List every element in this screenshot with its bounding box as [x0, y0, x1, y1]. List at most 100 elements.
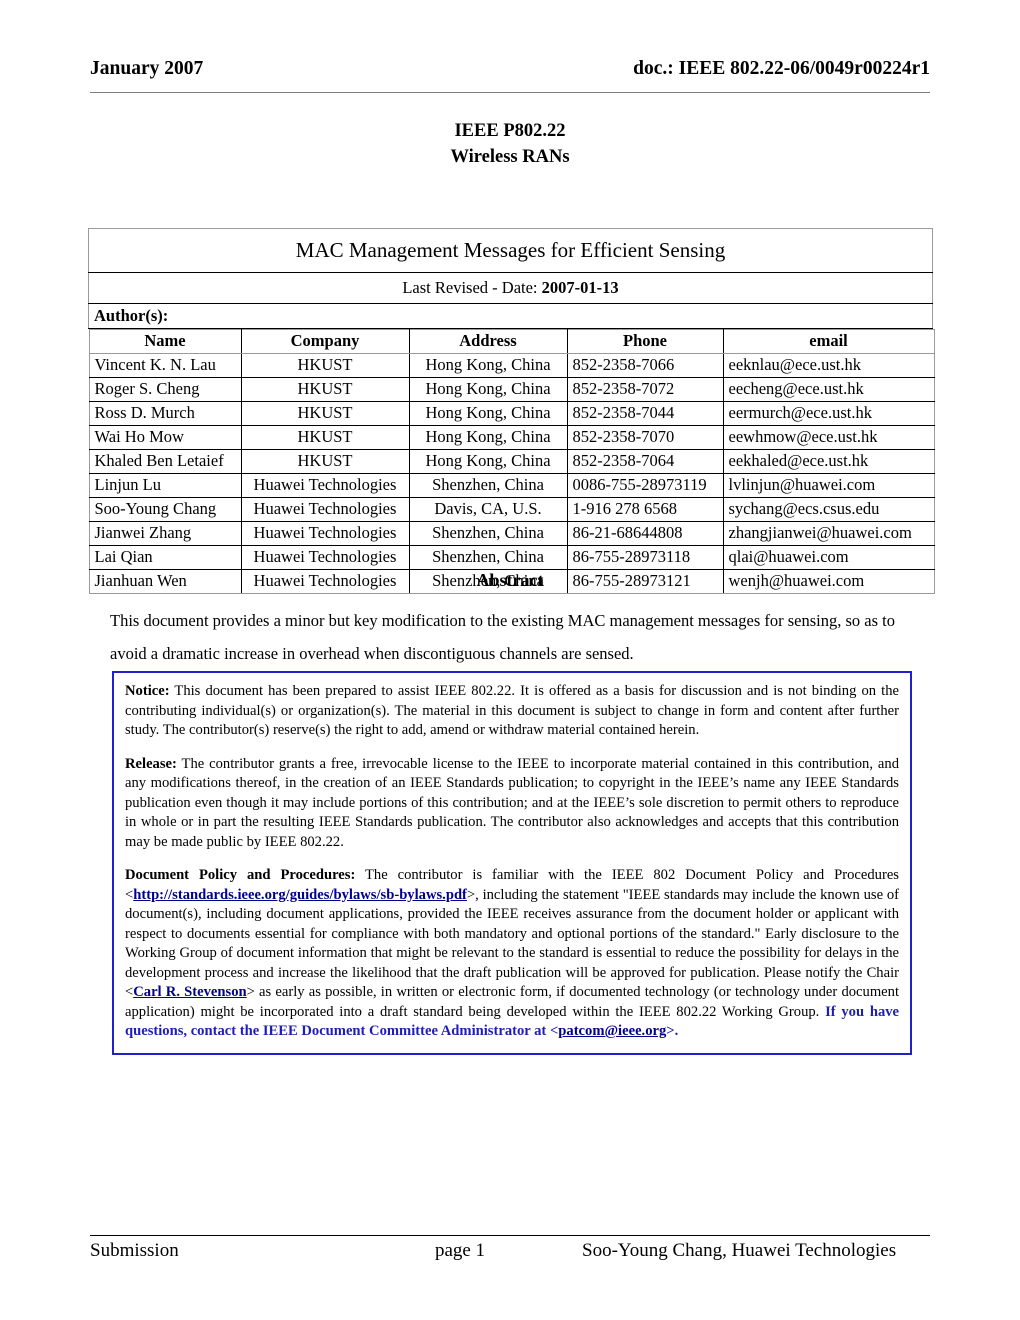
- title-row: MAC Management Messages for Efficient Se…: [88, 228, 933, 273]
- running-footer: Submission page 1 Soo-Young Chang, Huawe…: [90, 1240, 930, 1262]
- author-phone: 852-2358-7072: [566, 377, 724, 402]
- author-email: eeknlau@ece.ust.hk: [722, 353, 935, 378]
- author-name: Khaled Ben Letaief: [88, 449, 242, 474]
- notice-label: Notice:: [125, 683, 170, 699]
- header-doc-number: doc.: IEEE 802.22-06/0049r00224r1: [633, 58, 930, 79]
- series-title-line1: IEEE P802.22: [454, 121, 566, 141]
- author-phone: 1-916 278 6568: [566, 497, 724, 522]
- author-address: Hong Kong, China: [408, 425, 568, 450]
- column-header-phone: Phone: [566, 329, 724, 354]
- column-header-name: Name: [88, 329, 242, 354]
- title-author-table: MAC Management Messages for Efficient Se…: [88, 228, 935, 594]
- authors-label-row: Author(s):: [88, 303, 933, 329]
- running-header: January 2007 doc.: IEEE 802.22-06/0049r0…: [90, 58, 930, 80]
- author-company: HKUST: [240, 353, 410, 378]
- document-title: MAC Management Messages for Efficient Se…: [88, 228, 933, 273]
- table-row: Linjun Lu Huawei Technologies Shenzhen, Ch…: [88, 473, 935, 498]
- series-title: IEEE P802.22 Wireless RANs: [0, 118, 1020, 170]
- document-page: January 2007 doc.: IEEE 802.22-06/0049r0…: [0, 0, 1020, 1320]
- footer-submission: Submission: [90, 1240, 179, 1261]
- author-phone: 852-2358-7044: [566, 401, 724, 426]
- author-address: Hong Kong, China: [408, 377, 568, 402]
- author-name: Vincent K. N. Lau: [88, 353, 242, 378]
- author-name: Roger S. Cheng: [88, 377, 242, 402]
- author-email: zhangjianwei@huawei.com: [722, 521, 935, 546]
- author-address: Shenzhen, China: [408, 545, 568, 570]
- author-address: Hong Kong, China: [408, 401, 568, 426]
- author-email: eecheng@ece.ust.hk: [722, 377, 935, 402]
- author-company: HKUST: [240, 425, 410, 450]
- author-company: Huawei Technologies: [240, 521, 410, 546]
- author-company: Huawei Technologies: [240, 545, 410, 570]
- author-email: eermurch@ece.ust.hk: [722, 401, 935, 426]
- policy-text-2: >, including the statement "IEEE standar…: [125, 886, 899, 1001]
- bylaws-link[interactable]: http://standards.ieee.org/guides/bylaws/…: [133, 887, 467, 903]
- column-header-address: Address: [408, 329, 568, 354]
- release-label: Release:: [125, 755, 177, 772]
- author-phone: 852-2358-7066: [566, 353, 724, 378]
- authors-table-body: Vincent K. N. Lau HKUST Hong Kong, China 85…: [88, 353, 935, 594]
- policy-text-5: >.: [666, 1023, 679, 1039]
- authors-table: Name Company Address Phone email Vincent…: [88, 329, 935, 594]
- author-email: eewhmow@ece.ust.hk: [722, 425, 935, 450]
- release-text: The contributor grants a free, irrevocab…: [125, 755, 899, 850]
- author-email: lvlinjun@huawei.com: [722, 473, 935, 498]
- author-name: Ross D. Murch: [88, 401, 242, 426]
- table-row: Lai Qian Huawei Technologies Shenzhen, Chi…: [88, 545, 935, 570]
- author-company: Huawei Technologies: [240, 497, 410, 522]
- authors-label: Author(s):: [88, 303, 933, 329]
- author-phone: 0086-755-28973119: [566, 473, 724, 498]
- author-address: Shenzhen, China: [408, 521, 568, 546]
- author-company: HKUST: [240, 401, 410, 426]
- notice-paragraph: Notice: This document has been prepared …: [125, 682, 899, 741]
- author-email: eekhaled@ece.ust.hk: [722, 449, 935, 474]
- author-phone: 852-2358-7070: [566, 425, 724, 450]
- column-header-company: Company: [240, 329, 410, 354]
- author-address: Hong Kong, China: [408, 449, 568, 474]
- author-company: HKUST: [240, 449, 410, 474]
- policy-label: Document Policy and Procedures:: [125, 867, 356, 883]
- series-title-line2: Wireless RANs: [450, 147, 570, 167]
- author-email: sychang@ecs.csus.edu: [722, 497, 935, 522]
- author-company: Huawei Technologies: [240, 473, 410, 498]
- header-date: January 2007: [90, 58, 204, 79]
- author-phone: 86-755-28973118: [566, 545, 724, 570]
- author-phone: 86-21-68644808: [566, 521, 724, 546]
- table-row: Wai Ho Mow HKUST Hong Kong, China 852-2358-…: [88, 425, 935, 450]
- authors-table-container: Name Company Address Phone email Vincent…: [88, 329, 935, 594]
- table-row: Vincent K. N. Lau HKUST Hong Kong, China 85…: [88, 353, 935, 378]
- patcom-email-link[interactable]: patcom@ieee.org: [558, 1023, 666, 1039]
- author-name: Jianwei Zhang: [88, 521, 242, 546]
- notice-text: This document has been prepared to assis…: [125, 683, 899, 738]
- revised-row: Last Revised - Date: 2007-01-13: [88, 272, 933, 304]
- release-paragraph: Release: The contributor grants a free, …: [125, 755, 899, 853]
- policy-paragraph: Document Policy and Procedures: The cont…: [125, 866, 899, 1042]
- author-address: Shenzhen, China: [408, 473, 568, 498]
- abstract-body: This document provides a minor but key m…: [110, 611, 895, 663]
- last-revised-date: 2007-01-13: [541, 278, 619, 297]
- author-phone: 852-2358-7064: [566, 449, 724, 474]
- last-revised-cell: Last Revised - Date: 2007-01-13: [88, 272, 933, 304]
- table-row: Jianwei Zhang Huawei Technologies Shenzhen…: [88, 521, 935, 546]
- author-address: Davis, CA, U.S.: [408, 497, 568, 522]
- author-name: Linjun Lu: [88, 473, 242, 498]
- header-divider: [90, 92, 930, 93]
- table-row: Ross D. Murch HKUST Hong Kong, China 852-23…: [88, 401, 935, 426]
- author-name: Wai Ho Mow: [88, 425, 242, 450]
- author-name: Lai Qian: [88, 545, 242, 570]
- table-row: Roger S. Cheng HKUST Hong Kong, China 852-2…: [88, 377, 935, 402]
- authors-header-row: Name Company Address Phone email: [88, 329, 935, 354]
- author-email: qlai@huawei.com: [722, 545, 935, 570]
- boilerplate-box: Notice: This document has been prepared …: [112, 671, 912, 1055]
- footer-divider: [90, 1235, 930, 1236]
- footer-page-number: page 1: [434, 1240, 486, 1261]
- author-address: Hong Kong, China: [408, 353, 568, 378]
- footer-author: Soo-Young Chang, Huawei Technologies: [582, 1240, 897, 1261]
- author-name: Soo-Young Chang: [88, 497, 242, 522]
- table-row: Soo-Young Chang Huawei Technologies Davis,…: [88, 497, 935, 522]
- column-header-email: email: [722, 329, 935, 354]
- last-revised-label: Last Revised - Date:: [402, 278, 542, 297]
- table-row: Khaled Ben Letaief HKUST Hong Kong, China 8…: [88, 449, 935, 474]
- chair-contact-link[interactable]: Carl R. Stevenson: [133, 984, 246, 1000]
- abstract-heading: Abstract: [476, 570, 544, 590]
